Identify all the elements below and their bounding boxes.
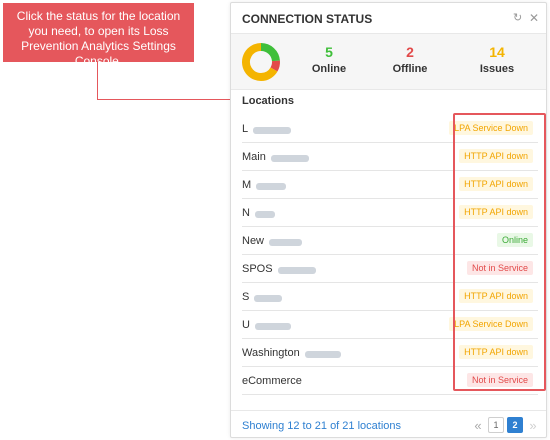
page-button-2[interactable]: 2 — [507, 417, 523, 433]
pagination-summary: Showing 12 to 21 of 21 locations — [242, 420, 402, 432]
location-name[interactable]: New — [242, 235, 264, 247]
status-summary: 5 Online 2 Offline 14 Issues — [231, 34, 546, 90]
locations-list: L LPA Service Down Main HTTP API down M HTTP … — [231, 115, 546, 395]
status-badge[interactable]: LPA Service Down — [449, 121, 533, 135]
online-label: Online — [311, 63, 347, 75]
location-name[interactable]: SPOS — [242, 263, 273, 275]
location-name[interactable]: Washington — [242, 347, 300, 359]
location-name[interactable]: Main — [242, 151, 266, 163]
status-donut-chart — [242, 43, 280, 81]
panel-header: CONNECTION STATUS ↻ ✕ — [231, 3, 546, 34]
pagination: « 1 2 » — [471, 417, 540, 433]
location-row: N HTTP API down — [242, 199, 538, 227]
status-badge[interactable]: Not in Service — [466, 261, 533, 275]
redacted-text — [271, 155, 309, 162]
location-name[interactable]: eCommerce — [242, 375, 302, 387]
location-row: M HTTP API down — [242, 171, 538, 199]
locations-heading: Locations — [242, 95, 294, 107]
close-icon[interactable]: ✕ — [529, 11, 539, 25]
donut-segment-online — [260, 43, 280, 62]
redacted-text — [255, 323, 291, 330]
issues-stat: 14 Issues — [457, 44, 537, 75]
redacted-text — [305, 351, 341, 358]
status-badge[interactable]: HTTP API down — [459, 149, 533, 163]
callout-connector-vertical — [97, 62, 98, 100]
connection-status-panel: CONNECTION STATUS ↻ ✕ 5 Online 2 Offline… — [230, 2, 547, 438]
refresh-icon[interactable]: ↻ — [513, 11, 522, 24]
online-count: 5 — [325, 44, 333, 60]
double-chevron-left-icon[interactable]: « — [471, 418, 485, 433]
status-badge[interactable]: LPA Service Down — [449, 317, 533, 331]
status-badge[interactable]: Not in Service — [466, 373, 533, 387]
status-badge[interactable]: Online — [496, 233, 533, 247]
location-name[interactable]: L — [242, 123, 248, 135]
location-row: New Online — [242, 227, 538, 255]
location-name[interactable]: N — [242, 207, 250, 219]
location-name[interactable]: M — [242, 179, 251, 191]
location-name[interactable]: S — [242, 291, 249, 303]
offline-count: 2 — [406, 44, 414, 60]
offline-stat: 2 Offline — [370, 44, 450, 75]
instruction-callout: Click the status for the location you ne… — [3, 3, 194, 68]
redacted-text — [278, 267, 316, 274]
location-row: S HTTP API down — [242, 283, 538, 311]
location-row: Washington HTTP API down — [242, 339, 538, 367]
issues-count: 14 — [489, 44, 505, 60]
donut-segment-offline — [270, 60, 280, 72]
status-badge[interactable]: HTTP API down — [459, 177, 533, 191]
status-badge[interactable]: HTTP API down — [459, 345, 533, 359]
redacted-text — [254, 295, 282, 302]
issues-label: Issues — [479, 63, 515, 75]
redacted-text — [256, 183, 286, 190]
redacted-text — [269, 239, 302, 246]
status-badge[interactable]: HTTP API down — [459, 289, 533, 303]
callout-connector-horizontal — [97, 99, 230, 100]
location-row: SPOS Not in Service — [242, 255, 538, 283]
offline-label: Offline — [392, 63, 428, 75]
callout-text: Click the status for the location you ne… — [16, 9, 181, 68]
location-row: L LPA Service Down — [242, 115, 538, 143]
panel-footer: Showing 12 to 21 of 21 locations « 1 2 » — [231, 410, 546, 439]
double-chevron-right-icon[interactable]: » — [526, 418, 540, 433]
online-stat: 5 Online — [289, 44, 369, 75]
redacted-text — [253, 127, 291, 134]
panel-title: CONNECTION STATUS — [242, 12, 373, 26]
page-button-1[interactable]: 1 — [488, 417, 504, 433]
location-row: U LPA Service Down — [242, 311, 538, 339]
status-badge[interactable]: HTTP API down — [459, 205, 533, 219]
location-row: Main HTTP API down — [242, 143, 538, 171]
redacted-text — [255, 211, 275, 218]
location-name[interactable]: U — [242, 319, 250, 331]
location-row: eCommerce Not in Service — [242, 367, 538, 395]
